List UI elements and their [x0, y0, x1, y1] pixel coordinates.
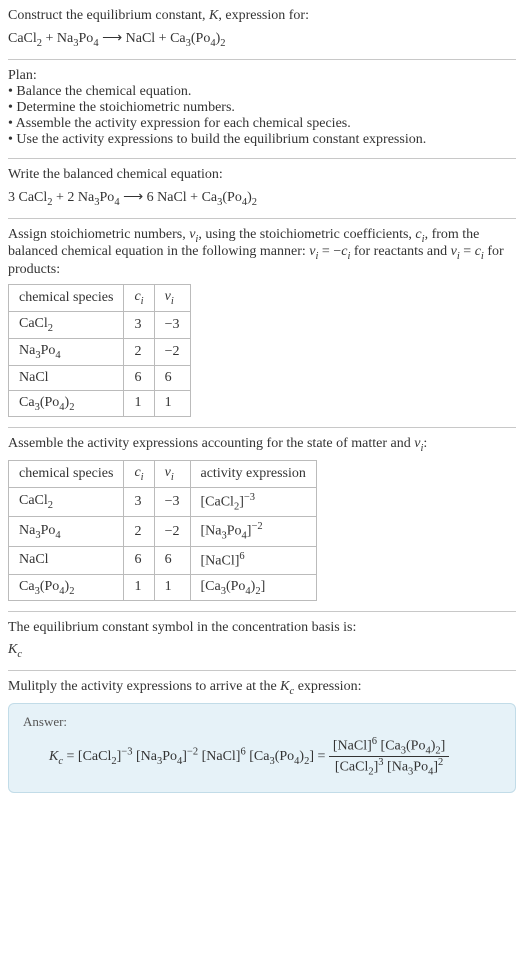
td: [NaCl]6	[190, 546, 316, 574]
table-row: CaCl2 3 −3 [CaCl2]−3	[9, 487, 317, 516]
balanced-section: Write the balanced chemical equation: 3 …	[8, 158, 516, 208]
table-row: NaCl 6 6	[9, 365, 191, 390]
td: −3	[154, 487, 190, 516]
td: 1	[154, 574, 190, 601]
td: 2	[124, 338, 154, 365]
table-row: Ca3(Po4)2 1 1 [Ca3(Po4)2]	[9, 574, 317, 601]
multiply-heading: Mulitply the activity expressions to arr…	[8, 679, 516, 697]
td: [Na3Po4]−2	[190, 517, 316, 546]
td: −2	[154, 517, 190, 546]
td: 3	[124, 487, 154, 516]
plan-item: • Use the activity expressions to build …	[8, 132, 516, 148]
td: 6	[154, 546, 190, 574]
td: Na3Po4	[9, 517, 124, 546]
symbol-value: Kc	[8, 642, 516, 660]
answer-fraction: [NaCl]6 [Ca3(Po4)2] [CaCl2]3 [Na3Po4]2	[329, 736, 449, 778]
th: ci	[124, 285, 154, 312]
td: 1	[124, 390, 154, 417]
th: chemical species	[9, 461, 124, 488]
table-row: CaCl2 3 −3	[9, 311, 191, 338]
td: 3	[124, 311, 154, 338]
td: Ca3(Po4)2	[9, 574, 124, 601]
table-row: Ca3(Po4)2 1 1	[9, 390, 191, 417]
td: CaCl2	[9, 487, 124, 516]
table-row: Na3Po4 2 −2 [Na3Po4]−2	[9, 517, 317, 546]
td: −2	[154, 338, 190, 365]
td: −3	[154, 311, 190, 338]
td: Ca3(Po4)2	[9, 390, 124, 417]
th: νi	[154, 461, 190, 488]
intro-equation: CaCl2 + Na3Po4 ⟶ NaCl + Ca3(Po4)2	[8, 30, 516, 49]
table-row: Na3Po4 2 −2	[9, 338, 191, 365]
th: chemical species	[9, 285, 124, 312]
td: 2	[124, 517, 154, 546]
plan-item: • Balance the chemical equation.	[8, 84, 516, 100]
td: 6	[124, 365, 154, 390]
th: νi	[154, 285, 190, 312]
th: activity expression	[190, 461, 316, 488]
td: [Ca3(Po4)2]	[190, 574, 316, 601]
td: [CaCl2]−3	[190, 487, 316, 516]
intro-section: Construct the equilibrium constant, K, e…	[8, 8, 516, 49]
plan-item: • Determine the stoichiometric numbers.	[8, 100, 516, 116]
plan-item: • Assemble the activity expression for e…	[8, 116, 516, 132]
td: 1	[154, 390, 190, 417]
td: 6	[124, 546, 154, 574]
th: ci	[124, 461, 154, 488]
activity-section: Assemble the activity expressions accoun…	[8, 427, 516, 601]
balanced-equation: 3 CaCl2 + 2 Na3Po4 ⟶ 6 NaCl + Ca3(Po4)2	[8, 189, 516, 208]
td: 1	[124, 574, 154, 601]
table-row: NaCl 6 6 [NaCl]6	[9, 546, 317, 574]
multiply-section: Mulitply the activity expressions to arr…	[8, 670, 516, 793]
td: 6	[154, 365, 190, 390]
stoich-table: chemical species ci νi CaCl2 3 −3 Na3Po4…	[8, 284, 191, 417]
plan-section: Plan: • Balance the chemical equation. •…	[8, 59, 516, 148]
stoich-heading: Assign stoichiometric numbers, νi, using…	[8, 227, 516, 279]
td: CaCl2	[9, 311, 124, 338]
table-header-row: chemical species ci νi	[9, 285, 191, 312]
answer-box: Answer: Kc = [CaCl2]−3 [Na3Po4]−2 [NaCl]…	[8, 703, 516, 793]
answer-numerator: [NaCl]6 [Ca3(Po4)2]	[329, 736, 449, 757]
intro-line1: Construct the equilibrium constant, K, e…	[8, 8, 516, 24]
td: NaCl	[9, 365, 124, 390]
plan-heading: Plan:	[8, 68, 516, 84]
table-header-row: chemical species ci νi activity expressi…	[9, 461, 317, 488]
balanced-heading: Write the balanced chemical equation:	[8, 167, 516, 183]
activity-table: chemical species ci νi activity expressi…	[8, 460, 317, 601]
stoich-section: Assign stoichiometric numbers, νi, using…	[8, 218, 516, 418]
td: NaCl	[9, 546, 124, 574]
symbol-section: The equilibrium constant symbol in the c…	[8, 611, 516, 660]
answer-lhs: Kc = [CaCl2]−3 [Na3Po4]−2 [NaCl]6 [Ca3(P…	[49, 749, 329, 764]
symbol-heading: The equilibrium constant symbol in the c…	[8, 620, 516, 636]
td: Na3Po4	[9, 338, 124, 365]
answer-title: Answer:	[23, 714, 501, 730]
activity-heading: Assemble the activity expressions accoun…	[8, 436, 516, 454]
answer-denominator: [CaCl2]3 [Na3Po4]2	[329, 757, 449, 777]
answer-expression: Kc = [CaCl2]−3 [Na3Po4]−2 [NaCl]6 [Ca3(P…	[49, 736, 501, 778]
